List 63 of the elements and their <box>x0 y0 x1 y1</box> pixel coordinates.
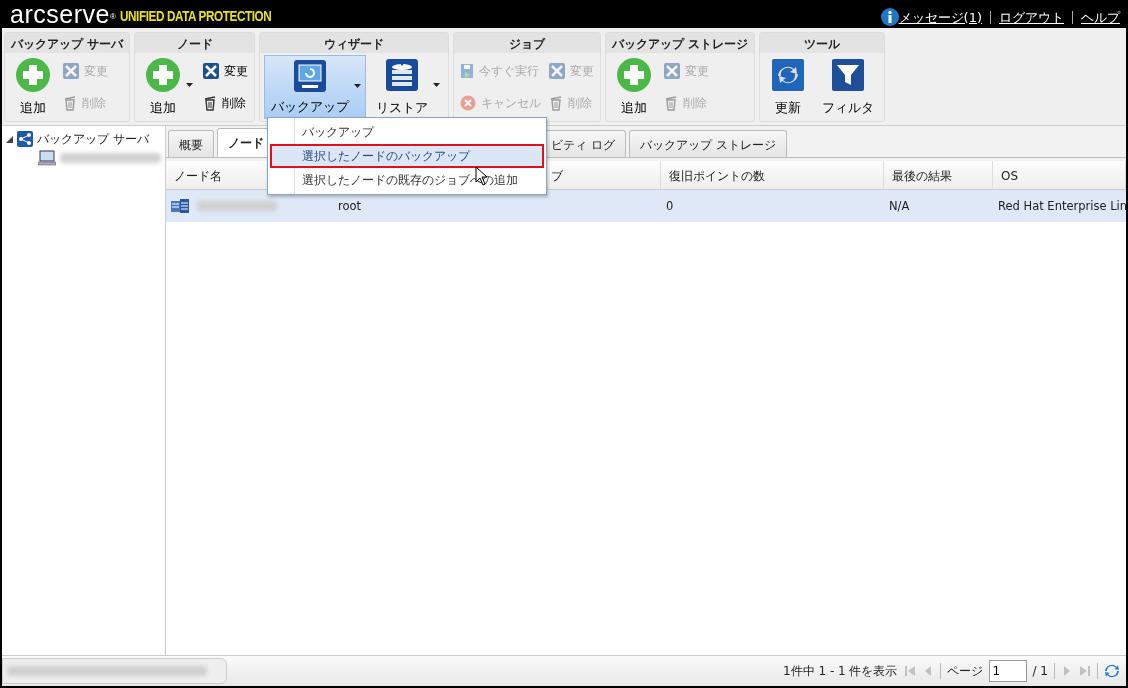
tools-icon <box>549 63 566 79</box>
page-label: ページ <box>946 663 983 680</box>
group-title: ウィザード <box>260 33 449 53</box>
table-cell: root <box>338 199 362 213</box>
toolbar-button[interactable]: 追加 <box>139 55 198 119</box>
tree-item[interactable]: バックアップ サーバ <box>37 130 149 148</box>
tab[interactable]: 概要 <box>168 130 214 157</box>
logo-text: arcserve$^{®}$ <box>10 1 117 27</box>
filter-icon <box>830 57 867 93</box>
info-icon <box>880 8 899 27</box>
toolbar-button[interactable]: 追加 <box>610 55 659 119</box>
separator <box>1072 10 1073 24</box>
menu-item[interactable]: 選択したノードのバックアップ <box>270 144 544 168</box>
trash-icon <box>664 95 679 111</box>
group-title: バックアップ ストレージ <box>606 33 755 53</box>
trash-icon <box>63 95 77 111</box>
page-input[interactable]: 1 <box>988 660 1027 682</box>
share-icon <box>17 131 33 147</box>
tools-icon <box>63 63 79 79</box>
header-link[interactable]: メッセージ(1) <box>898 7 982 27</box>
plus-icon <box>145 57 182 93</box>
table-cell: 0 <box>666 199 674 213</box>
last-page-icon[interactable] <box>1079 665 1091 677</box>
toolbar-button[interactable]: 更新 <box>764 55 813 119</box>
registered-mark: ® <box>109 12 117 21</box>
group-title: バックアップ サーバ <box>5 33 130 53</box>
toolbar-button[interactable]: 追加 <box>9 55 57 119</box>
header-link[interactable]: ログアウト <box>999 7 1064 27</box>
page-summary: 1件中 1 - 1 件を表示 <box>783 663 898 680</box>
separator <box>990 10 991 24</box>
trash-icon <box>203 95 218 111</box>
computer-icon <box>38 150 56 166</box>
column-header: 復旧ポイントの数 <box>661 161 884 190</box>
column-header: OS <box>993 161 1126 190</box>
database-icon <box>384 57 421 93</box>
tools-icon <box>664 63 681 79</box>
table-cell: N/A <box>889 199 910 213</box>
group-title: ノード <box>135 33 255 53</box>
tools-icon <box>203 63 220 79</box>
group-title: ツール <box>760 33 885 53</box>
page-total: / 1 <box>1032 663 1048 680</box>
plus-icon <box>616 57 653 93</box>
toolbar-button[interactable]: 変更 <box>201 61 251 81</box>
toolbar-button[interactable]: 削除 <box>201 93 251 113</box>
header-link[interactable]: ヘルプ <box>1081 7 1120 27</box>
group-title: ジョブ <box>454 33 601 53</box>
refresh-icon[interactable] <box>1104 663 1120 679</box>
first-page-icon[interactable] <box>903 665 916 677</box>
tab[interactable]: バックアップ ストレージ <box>628 130 787 157</box>
expander-icon[interactable] <box>6 135 13 143</box>
table-cell: Red Hat Enterprise Lin <box>998 199 1126 213</box>
product-name: UNIFIED DATA PROTECTION <box>120 5 272 26</box>
table-row[interactable]: root 0 N/A Red Hat Enterprise Lin <box>166 190 1126 222</box>
trash-icon <box>549 95 564 111</box>
toolbar-button[interactable]: フィルタ <box>816 55 881 119</box>
servers-icon <box>171 199 189 213</box>
refresh-icon <box>770 57 807 93</box>
plus-icon <box>15 57 51 93</box>
column-header: 最後の結果 <box>884 161 993 190</box>
monitor-icon <box>292 58 329 94</box>
floppy-icon <box>460 63 475 79</box>
cancel-icon <box>460 95 477 111</box>
toolbar-button[interactable]: バックアップ <box>264 55 367 119</box>
